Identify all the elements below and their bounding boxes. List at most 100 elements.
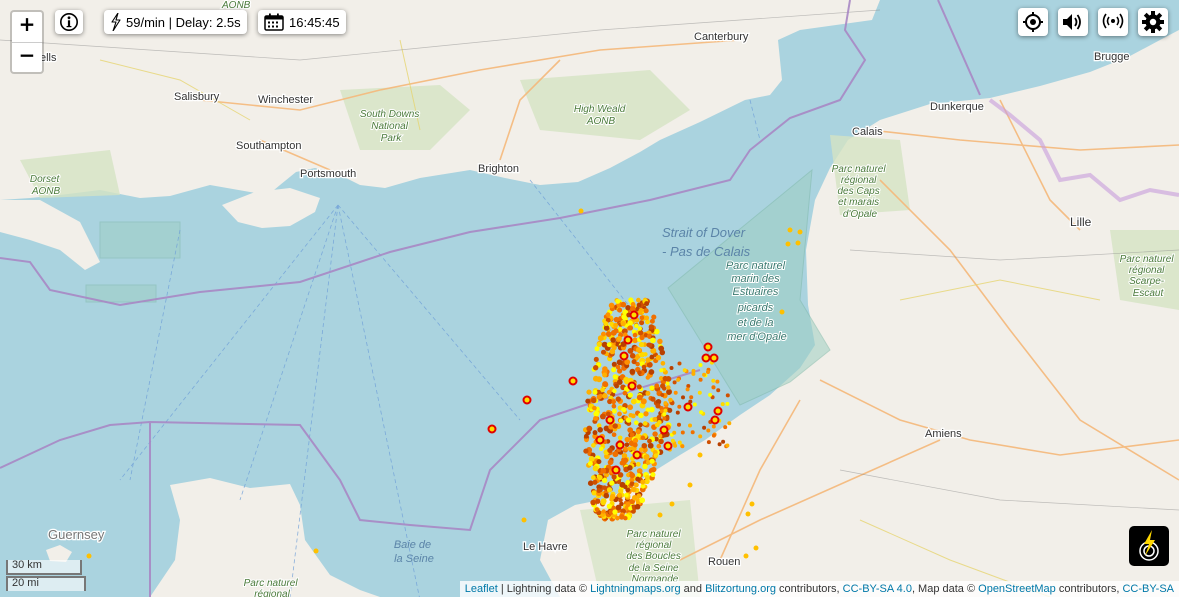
strike-marker (591, 397, 597, 404)
strike-marker (654, 422, 660, 428)
strike-rate-text: 59/min | Delay: 2.5s (126, 14, 241, 30)
sound-button[interactable] (1058, 8, 1088, 36)
place-le-havre: Le Havre (523, 541, 568, 553)
strike-marker (698, 434, 703, 439)
strike-marker (599, 413, 606, 420)
strike-marker (702, 425, 707, 430)
place-brugge: Brugge (1094, 51, 1129, 63)
strike-marker (611, 403, 617, 409)
strike-marker (592, 389, 598, 395)
lightning-bolt-icon (111, 13, 121, 31)
place-guernsey: Guernsey (48, 527, 105, 542)
strike-marker (657, 338, 663, 345)
strike-marker (699, 410, 704, 415)
strike-marker (594, 346, 600, 352)
strike-marker (662, 416, 667, 421)
strike-marker (680, 430, 685, 435)
place-dunkerque: Dunkerque (930, 101, 984, 113)
strike-recent-marker (627, 381, 637, 391)
strike-recent-marker (623, 335, 633, 345)
strike-marker (669, 501, 675, 507)
strike-marker (650, 396, 656, 402)
strike-marker (597, 427, 603, 433)
strike-marker (615, 396, 622, 402)
strike-marker (637, 370, 642, 375)
strike-marker (620, 301, 627, 308)
strike-marker (609, 493, 616, 500)
strike-marker (657, 512, 663, 518)
place-salisbury: Salisbury (174, 91, 220, 103)
strike-marker (649, 354, 655, 360)
strike-marker (666, 389, 672, 395)
strike-recent-marker (487, 424, 497, 434)
strike-marker (743, 553, 749, 559)
strike-marker (611, 399, 616, 405)
stations-button[interactable] (1098, 8, 1128, 36)
zoom-in-button[interactable]: + (12, 12, 42, 42)
strike-marker (636, 384, 642, 390)
strike-marker (625, 304, 631, 311)
place-winchester: Winchester (258, 94, 313, 106)
strike-marker (627, 404, 634, 411)
scale-mi: 20 mi (6, 576, 86, 591)
cc-by-sa-link[interactable]: CC-BY-SA (1122, 583, 1174, 595)
strike-marker (624, 436, 631, 443)
map-canvas[interactable]: Canterbury Brugge Salisbury Winchester D… (0, 0, 1179, 597)
lightningmaps-link[interactable]: Lightningmaps.org (590, 583, 681, 595)
strike-marker (785, 241, 791, 247)
strike-marker (592, 465, 599, 472)
strike-marker (670, 438, 675, 443)
strike-marker (688, 423, 692, 428)
strike-marker (629, 481, 635, 487)
strike-marker (658, 345, 665, 352)
strike-marker (611, 344, 617, 351)
strike-recent-marker (701, 353, 711, 363)
strike-marker (658, 438, 664, 445)
info-button[interactable] (55, 10, 83, 34)
place-canterbury: Canterbury (694, 31, 749, 43)
strike-marker (645, 319, 650, 325)
strike-marker (632, 332, 638, 338)
strike-marker (680, 444, 685, 449)
strike-marker (621, 406, 627, 413)
cc-license-link[interactable]: CC-BY-SA 4.0 (843, 583, 912, 595)
strike-marker (648, 324, 655, 330)
strike-marker (725, 401, 730, 406)
strike-marker (717, 442, 722, 447)
strike-marker (614, 383, 619, 389)
time-display[interactable]: 16:45:45 (258, 10, 346, 34)
strike-marker (612, 388, 617, 394)
strike-marker (636, 302, 642, 308)
strike-marker (610, 337, 617, 343)
strike-marker (635, 476, 641, 482)
strike-marker (656, 443, 662, 449)
strike-marker (628, 297, 634, 303)
strike-marker (647, 442, 654, 449)
strike-marker (635, 428, 642, 435)
blitzortung-link[interactable]: Blitzortung.org (705, 583, 776, 595)
strike-recent-marker (713, 406, 723, 416)
strike-marker (641, 364, 647, 370)
strike-marker (676, 377, 681, 382)
zoom-out-button[interactable]: − (12, 42, 42, 73)
strike-marker (629, 368, 636, 375)
osm-link[interactable]: OpenStreetMap (978, 583, 1056, 595)
strike-marker (649, 458, 655, 464)
strike-marker (639, 315, 645, 321)
locate-button[interactable] (1018, 8, 1048, 36)
strike-marker (640, 435, 646, 441)
strike-marker (615, 364, 621, 370)
strike-marker (86, 553, 92, 559)
strike-marker (593, 416, 598, 421)
strike-marker (627, 325, 634, 331)
leaflet-link[interactable]: Leaflet (465, 583, 498, 595)
strike-marker (721, 439, 726, 444)
park-dorset: Dorset AONB (30, 174, 62, 197)
strike-marker (630, 413, 636, 419)
strike-recent-marker (611, 465, 621, 475)
lightningmaps-logo[interactable] (1129, 526, 1169, 566)
strike-marker (602, 366, 608, 372)
strike-marker (649, 385, 655, 391)
strike-marker (691, 371, 696, 376)
settings-button[interactable] (1138, 8, 1168, 36)
